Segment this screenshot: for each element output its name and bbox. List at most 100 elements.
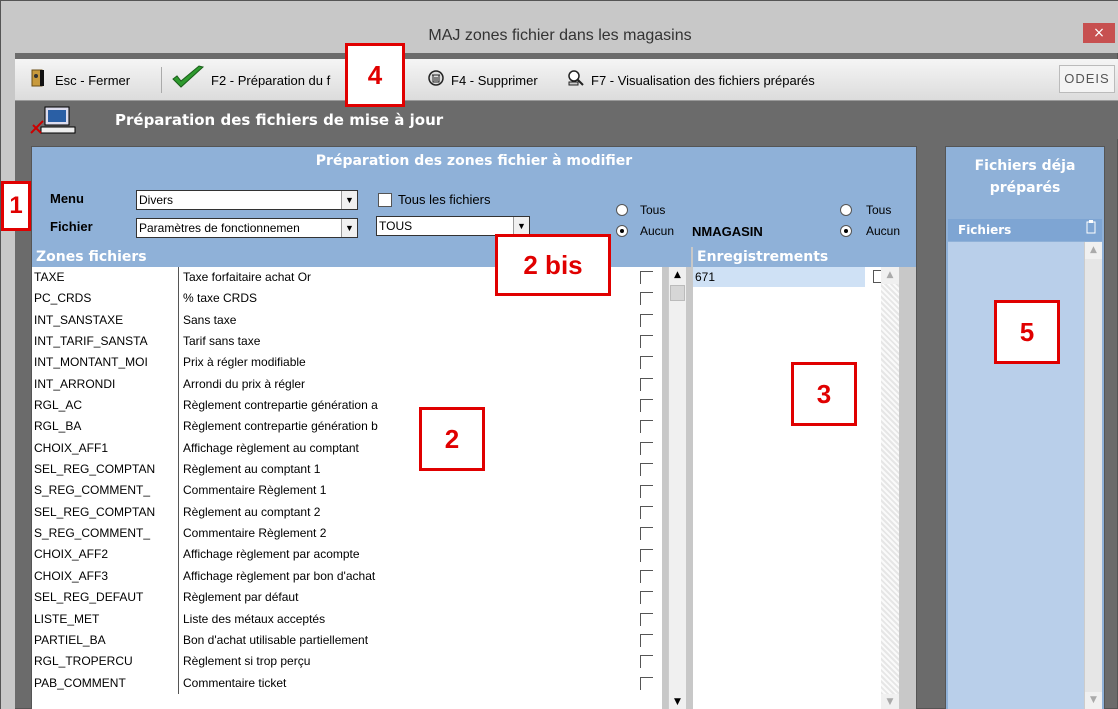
zone-description: Prix à régler modifiable xyxy=(183,355,306,370)
zone-checkbox[interactable] xyxy=(640,676,653,690)
zone-row[interactable]: S_REG_COMMENT_ Commentaire Règlement 1 xyxy=(32,480,632,502)
zone-checkbox[interactable] xyxy=(640,441,653,455)
zone-row[interactable]: CHOIX_AFF3 Affichage règlement par bon d'… xyxy=(32,565,632,588)
zone-code: S_REG_COMMENT_ xyxy=(32,523,179,545)
chevron-down-icon[interactable]: ▼ xyxy=(513,217,529,235)
prepared-files-grid-header: Fichiers xyxy=(948,219,1102,241)
zone-row[interactable]: LISTE_MET Liste des métaux acceptés xyxy=(32,608,632,630)
zone-code: RGL_BA xyxy=(32,416,179,438)
chevron-down-icon[interactable]: ▼ xyxy=(341,191,357,209)
zone-row[interactable]: RGL_TROPERCU Règlement si trop perçu xyxy=(32,651,632,673)
zone-checkbox[interactable] xyxy=(640,335,653,349)
toolbar-separator xyxy=(161,67,162,93)
delete-button[interactable]: F4 - Supprimer xyxy=(427,67,538,93)
zone-row[interactable]: S_REG_COMMENT_ Commentaire Règlement 2 xyxy=(32,523,632,545)
all-files-checkbox[interactable] xyxy=(378,193,392,207)
radio-no-zones[interactable] xyxy=(616,225,628,237)
zones-grid: TAXE Taxe forfaitaire achat Or PC_CRDS% ta… xyxy=(32,267,632,709)
zone-checkbox[interactable] xyxy=(640,399,653,413)
zone-description: Règlement si trop perçu xyxy=(183,654,311,669)
zone-checkbox[interactable] xyxy=(640,292,653,306)
zone-row[interactable]: INT_SANSTAXE Sans taxe xyxy=(32,309,632,332)
scroll-down-icon[interactable]: ▼ xyxy=(1085,692,1102,709)
radio-all-stores[interactable] xyxy=(840,204,852,216)
radio-no-stores[interactable] xyxy=(840,225,852,237)
zone-code: INT_MONTANT_MOI xyxy=(32,352,179,374)
checkmark-icon xyxy=(171,64,205,96)
zones-checkbox-column xyxy=(632,267,662,709)
toolbar: Esc - Fermer F2 - Préparation du f F4 - … xyxy=(15,59,1118,101)
menu-select[interactable]: Divers ▼ xyxy=(136,190,358,210)
annotation-marker-2: 2 xyxy=(419,407,485,471)
close-button[interactable]: Esc - Fermer xyxy=(29,67,130,93)
zone-row[interactable]: CHOIX_AFF2 Affichage règlement par acompt… xyxy=(32,544,632,566)
records-grid: 671 ▲ ▼ xyxy=(693,267,899,709)
panel-title: Préparation des zones fichier à modifier xyxy=(315,153,633,169)
prepare-button[interactable]: F2 - Préparation du f xyxy=(171,64,331,96)
zone-description: Affichage règlement au comptant xyxy=(183,440,359,455)
zone-checkbox[interactable] xyxy=(640,505,653,519)
menu-select-value: Divers xyxy=(139,193,174,207)
zone-code: CHOIX_AFF2 xyxy=(32,544,179,566)
zone-row[interactable]: RGL_BA Règlement contrepartie génération … xyxy=(32,416,632,438)
chevron-down-icon[interactable]: ▼ xyxy=(341,219,357,237)
filter-select-value: TOUS xyxy=(379,219,413,233)
zone-description: Affichage règlement par acompte xyxy=(183,547,360,562)
scroll-down-icon[interactable]: ▼ xyxy=(669,694,686,709)
clipboard-icon[interactable] xyxy=(1086,219,1096,241)
zone-checkbox[interactable] xyxy=(640,271,653,284)
zone-checkbox[interactable] xyxy=(640,548,653,562)
zone-checkbox[interactable] xyxy=(640,377,653,391)
zone-code: SEL_REG_COMPTAN xyxy=(32,459,179,481)
annotation-marker-5: 5 xyxy=(994,300,1060,364)
record-row[interactable]: 671 xyxy=(693,267,865,287)
zone-checkbox[interactable] xyxy=(640,356,653,370)
zone-checkbox[interactable] xyxy=(640,463,653,477)
close-window-button[interactable]: × xyxy=(1083,23,1115,43)
records-scrollbar[interactable]: ▲ ▼ xyxy=(881,267,899,709)
zone-checkbox[interactable] xyxy=(640,484,653,498)
zone-row[interactable]: INT_ARRONDI Arrondi du prix à régler xyxy=(32,373,632,396)
zone-code: TAXE xyxy=(32,267,179,289)
scroll-up-icon[interactable]: ▲ xyxy=(669,267,686,284)
delete-button-label: F4 - Supprimer xyxy=(451,72,538,88)
annotation-marker-3: 3 xyxy=(791,362,857,426)
zone-row[interactable]: RGL_AC Règlement contrepartie génération … xyxy=(32,395,632,417)
zone-description: Liste des métaux acceptés xyxy=(183,611,326,626)
zone-row[interactable]: CHOIX_AFF1 Affichage règlement au comptan… xyxy=(32,437,632,460)
zone-row[interactable]: INT_MONTANT_MOI Prix à régler modifiable xyxy=(32,352,632,374)
zone-checkbox[interactable] xyxy=(640,591,653,605)
zone-checkbox[interactable] xyxy=(640,633,653,647)
zone-row[interactable]: SEL_REG_COMPTAN Règlement au comptant 1 xyxy=(32,459,632,481)
zone-description: Règlement contrepartie génération a xyxy=(183,398,378,413)
scroll-down-icon[interactable]: ▼ xyxy=(881,694,899,709)
zone-row[interactable]: INT_TARIF_SANSTA Tarif sans taxe xyxy=(32,331,632,353)
prepared-scrollbar[interactable]: ▲ ▼ xyxy=(1084,242,1102,709)
zone-checkbox[interactable] xyxy=(640,612,653,626)
zone-checkbox[interactable] xyxy=(640,527,653,541)
store-label: NMAGASIN xyxy=(692,224,763,239)
prepare-button-label: F2 - Préparation du f xyxy=(211,72,331,88)
zone-row[interactable]: SEL_REG_COMPTAN Règlement au comptant 2 xyxy=(32,501,632,524)
zone-code: RGL_TROPERCU xyxy=(32,651,179,673)
zone-row[interactable]: PARTIEL_BA Bon d'achat utilisable partiel… xyxy=(32,629,632,652)
section-header: Préparation des fichiers de mise à jour xyxy=(15,101,1118,139)
zone-row[interactable]: SEL_REG_DEFAUT Règlement par défaut xyxy=(32,587,632,609)
zones-scrollbar[interactable]: ▲ ▼ xyxy=(668,267,686,709)
zone-checkbox[interactable] xyxy=(640,420,653,434)
file-select[interactable]: Paramètres de fonctionnemen ▼ xyxy=(136,218,358,238)
close-button-label: Esc - Fermer xyxy=(55,72,131,88)
zone-row[interactable]: PAB_COMMENT Commentaire ticket xyxy=(32,672,632,694)
zone-checkbox[interactable] xyxy=(640,313,653,327)
zone-description: Règlement par défaut xyxy=(183,590,299,605)
view-button[interactable]: F7 - Visualisation des fichiers préparés xyxy=(567,67,815,93)
scroll-thumb[interactable] xyxy=(670,285,685,301)
scroll-up-icon[interactable]: ▲ xyxy=(1085,242,1102,259)
radio-all-zones[interactable] xyxy=(616,204,628,216)
scroll-up-icon[interactable]: ▲ xyxy=(881,267,899,284)
zone-code: PARTIEL_BA xyxy=(32,629,179,652)
filter-select[interactable]: TOUS ▼ xyxy=(376,216,530,236)
zone-checkbox[interactable] xyxy=(640,569,653,583)
zone-checkbox[interactable] xyxy=(640,655,653,669)
radio-no-stores-label: Aucun xyxy=(866,224,901,238)
